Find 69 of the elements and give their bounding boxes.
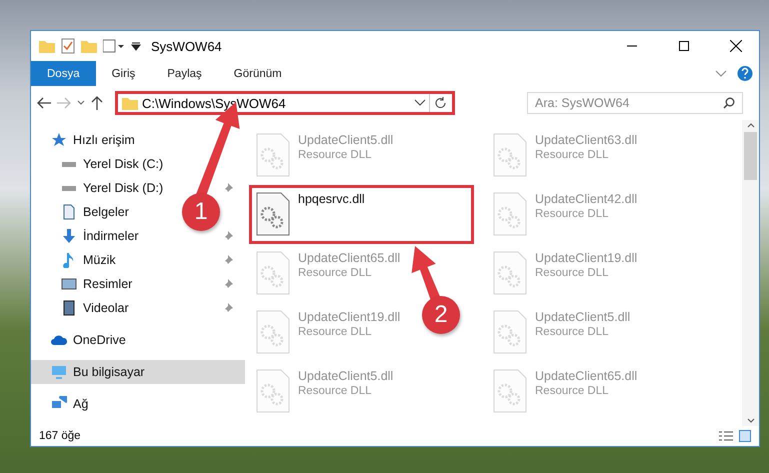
ribbon-tab[interactable]: Giriş bbox=[96, 61, 152, 86]
search-field[interactable]: Ara: SysWOW64 bbox=[527, 92, 743, 114]
properties-icon[interactable] bbox=[103, 39, 125, 53]
file-type: Resource DLL bbox=[298, 267, 373, 279]
sidebar-item[interactable]: Bu bilgisayar bbox=[31, 360, 245, 384]
file-name[interactable]: hpqesrvc.dll bbox=[298, 192, 365, 206]
folder-icon bbox=[81, 39, 97, 53]
star-icon bbox=[51, 132, 67, 148]
scrollbar-thumb[interactable] bbox=[744, 132, 757, 180]
dll-file-icon bbox=[256, 251, 290, 295]
sidebar-label[interactable]: Hızlı erişim bbox=[73, 133, 135, 147]
file-type: Resource DLL bbox=[298, 149, 373, 161]
file-type: Resource DLL bbox=[535, 267, 610, 279]
dll-file-icon bbox=[493, 133, 527, 177]
film-icon bbox=[61, 300, 77, 316]
sidebar-label[interactable]: Bu bilgisayar bbox=[73, 365, 145, 379]
scrollbar[interactable] bbox=[742, 120, 759, 426]
checkmark-document-icon[interactable] bbox=[61, 38, 75, 54]
window-title: SysWOW64 bbox=[151, 38, 223, 54]
sidebar-label[interactable]: Ağ bbox=[73, 397, 88, 411]
sidebar-label[interactable]: Belgeler bbox=[83, 205, 129, 219]
sidebar-label[interactable]: İndirmeler bbox=[83, 229, 139, 243]
address-bar[interactable]: C:\Windows\SysWOW64 bbox=[115, 91, 455, 115]
ribbon-tab[interactable]: Dosya bbox=[31, 61, 96, 86]
dll-file-icon bbox=[493, 192, 527, 236]
dll-file-icon bbox=[493, 251, 527, 295]
details-view-icon[interactable] bbox=[719, 430, 733, 442]
back-arrow-icon[interactable] bbox=[37, 97, 51, 109]
pin-icon[interactable] bbox=[223, 255, 233, 265]
tiles-view-icon[interactable] bbox=[739, 430, 751, 442]
search-icon[interactable] bbox=[723, 97, 735, 109]
sidebar-label[interactable]: OneDrive bbox=[73, 333, 126, 347]
sidebar-label[interactable]: Yerel Disk (D:) bbox=[83, 181, 164, 195]
computer-icon bbox=[51, 364, 67, 380]
dll-file-icon bbox=[256, 310, 290, 354]
dll-file-icon bbox=[256, 133, 290, 177]
up-arrow-icon[interactable] bbox=[91, 96, 103, 110]
ribbon-tab[interactable]: Paylaş bbox=[151, 61, 218, 86]
sidebar-label[interactable]: Resimler bbox=[83, 277, 132, 291]
file-type: Resource DLL bbox=[535, 326, 610, 338]
picture-icon bbox=[61, 276, 77, 292]
close-icon bbox=[730, 40, 742, 52]
sidebar-label[interactable]: Videolar bbox=[83, 301, 129, 315]
ribbon-tab[interactable]: Görünüm bbox=[218, 61, 298, 86]
item-count: 167 öğe bbox=[39, 430, 81, 442]
dropdown-icon[interactable] bbox=[131, 41, 141, 51]
file-type: Resource DLL bbox=[535, 385, 610, 397]
dll-file-icon bbox=[256, 192, 290, 236]
annotation-arrow bbox=[412, 246, 441, 302]
file-type: Resource DLL bbox=[535, 149, 610, 161]
dll-file-icon bbox=[256, 369, 290, 413]
pin-icon[interactable] bbox=[223, 231, 233, 241]
dll-file-icon bbox=[493, 310, 527, 354]
pin-icon[interactable] bbox=[223, 183, 233, 193]
pin-icon[interactable] bbox=[223, 279, 233, 289]
minimize-icon bbox=[627, 45, 637, 47]
pin-icon[interactable] bbox=[223, 303, 233, 313]
down-arrow-icon bbox=[61, 228, 77, 244]
sidebar-label[interactable]: Yerel Disk (C:) bbox=[83, 157, 164, 171]
dll-file-icon bbox=[493, 369, 527, 413]
sidebar-label[interactable]: Müzik bbox=[83, 253, 116, 267]
document-icon bbox=[61, 204, 77, 220]
folder-icon bbox=[122, 96, 138, 110]
maximize-icon bbox=[679, 41, 689, 51]
file-type: Resource DLL bbox=[298, 326, 373, 338]
file-type: Resource DLL bbox=[535, 208, 610, 220]
file-tile[interactable]: hpqesrvc.dll bbox=[249, 185, 474, 244]
file-type: Resource DLL bbox=[298, 385, 373, 397]
folder-icon bbox=[39, 39, 55, 53]
